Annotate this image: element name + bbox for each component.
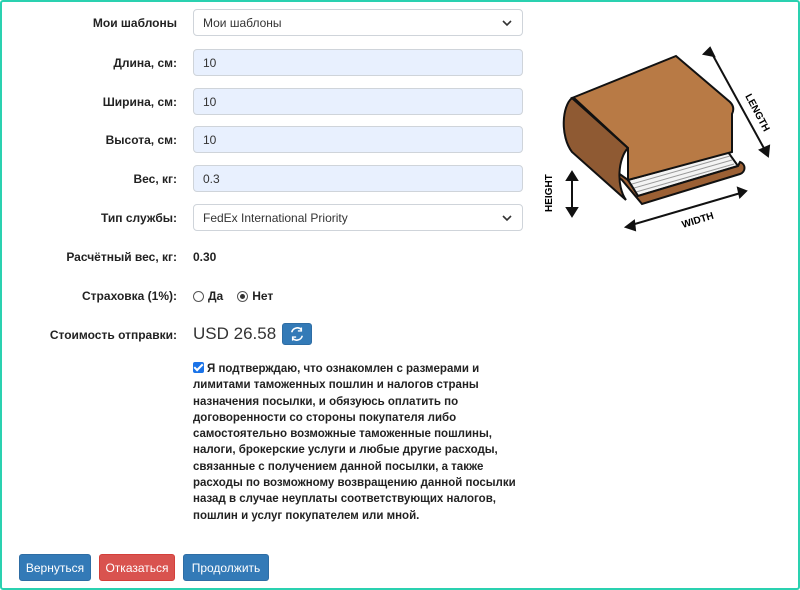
insurance-label: Страховка (1%):: [82, 289, 177, 303]
insurance-yes-label: Да: [208, 289, 224, 303]
templates-select-value: Мои шаблоны: [203, 15, 282, 30]
templates-label: Мои шаблоны: [92, 16, 177, 30]
insurance-yes-radio[interactable]: Да: [193, 289, 223, 303]
refresh-icon: [291, 327, 304, 341]
chevron-down-icon: [502, 214, 512, 221]
height-arrow: [565, 170, 579, 218]
service-select-value: FedEx International Priority: [203, 210, 348, 225]
service-select[interactable]: FedEx International Priority: [193, 204, 523, 231]
confirmation-block: Я подтверждаю, что ознакомлен с размерам…: [193, 361, 528, 524]
confirmation-checkbox[interactable]: [193, 362, 204, 373]
book-dimensions-diagram: LENGTH WIDTH HEIGHT: [544, 46, 771, 232]
length-label: LENGTH: [742, 92, 771, 133]
length-value: 10: [203, 55, 217, 70]
calc-weight-value: 0.30: [193, 250, 217, 264]
confirmation-text: Я подтверждаю, что ознакомлен с размерам…: [193, 363, 516, 522]
radio-unchecked-icon: [193, 290, 204, 302]
length-input[interactable]: 10: [193, 49, 523, 76]
width-label: Ширина, см:: [102, 95, 177, 109]
cancel-button[interactable]: Отказаться: [99, 554, 175, 581]
weight-label: Вес, кг:: [133, 172, 177, 186]
width-input[interactable]: 10: [193, 88, 523, 115]
insurance-no-label: Нет: [252, 289, 274, 303]
calc-weight-label: Расчётный вес, кг:: [66, 250, 177, 264]
height-input[interactable]: 10: [193, 126, 523, 153]
width-label: WIDTH: [681, 211, 716, 231]
chevron-down-icon: [502, 19, 512, 26]
height-label: Высота, см:: [105, 133, 177, 147]
back-button[interactable]: Вернуться: [19, 554, 91, 581]
service-label: Тип службы:: [101, 211, 177, 225]
shipping-cost-label: Стоимость отправки:: [49, 328, 177, 342]
height-value: 10: [203, 132, 217, 147]
insurance-no-radio[interactable]: Нет: [237, 289, 273, 303]
refresh-button[interactable]: [282, 323, 313, 345]
width-value: 10: [203, 94, 217, 109]
shipping-cost-value: USD 26.58: [193, 324, 277, 343]
weight-value: 0.3: [203, 171, 220, 186]
templates-select[interactable]: Мои шаблоны: [193, 9, 523, 36]
weight-input[interactable]: 0.3: [193, 165, 523, 192]
height-label: HEIGHT: [544, 174, 555, 212]
shipping-cost: USD 26.58: [193, 323, 313, 345]
radio-checked-icon: [237, 290, 249, 302]
continue-button[interactable]: Продолжить: [183, 554, 269, 581]
insurance-radio-group: Да Нет: [193, 289, 273, 303]
length-label: Длина, см:: [113, 56, 177, 70]
